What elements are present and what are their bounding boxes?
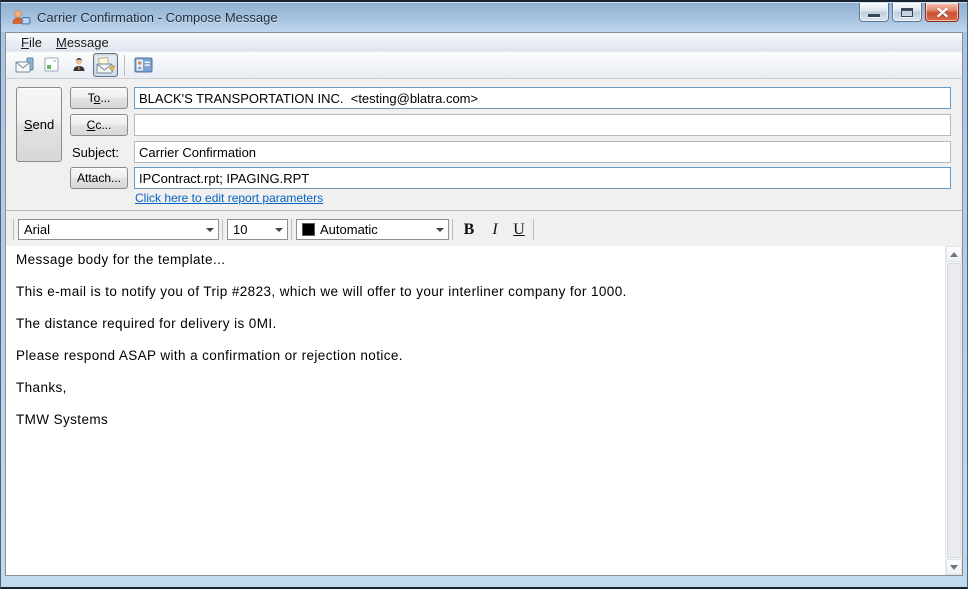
scroll-down-button[interactable] <box>946 559 962 575</box>
body-line: Thanks, <box>16 380 67 395</box>
cc-field[interactable] <box>134 114 951 136</box>
format-separator <box>452 219 453 240</box>
format-separator <box>291 219 292 240</box>
cc-button[interactable]: Cc... <box>70 114 128 136</box>
minimize-button[interactable] <box>859 3 889 22</box>
scroll-up-icon <box>950 251 958 257</box>
stationery-icon[interactable] <box>39 53 64 77</box>
underline-button[interactable]: U <box>507 218 531 241</box>
chevron-down-icon <box>270 220 287 239</box>
attach-button[interactable]: Attach... <box>70 167 128 189</box>
maximize-icon <box>901 7 913 17</box>
format-toolbar: Arial 10 Automatic B I U <box>6 210 962 246</box>
font-family-select[interactable]: Arial <box>18 219 219 240</box>
font-color-select[interactable]: Automatic <box>296 219 449 240</box>
body-line: TMW Systems <box>16 412 109 427</box>
menu-file[interactable]: File <box>14 34 49 51</box>
format-separator <box>13 219 14 240</box>
format-separator <box>533 219 534 240</box>
body-line: Please respond ASAP with a confirmation … <box>16 348 403 363</box>
mail-icon[interactable] <box>12 53 37 77</box>
contact-card-icon <box>12 9 31 24</box>
compose-header: Send To... Cc... Subject: Attach... Clic… <box>6 79 962 210</box>
address-book-icon[interactable] <box>131 53 156 77</box>
attach-field[interactable] <box>134 167 951 189</box>
bold-button[interactable]: B <box>457 218 481 241</box>
title-bar: Carrier Confirmation - Compose Message <box>1 2 967 32</box>
chevron-down-icon <box>201 220 218 239</box>
maximize-button[interactable] <box>892 3 922 22</box>
contact-icon[interactable] <box>66 53 91 77</box>
chevron-down-icon <box>431 220 448 239</box>
italic-button[interactable]: I <box>483 218 507 241</box>
color-swatch <box>302 223 315 236</box>
menu-message[interactable]: Message <box>49 34 116 51</box>
toolbar-separator <box>124 54 125 76</box>
message-body-area: Message body for the template... This e-… <box>6 246 962 575</box>
subject-field[interactable] <box>134 141 951 163</box>
message-body-editor[interactable]: Message body for the template... This e-… <box>6 246 945 575</box>
close-button[interactable] <box>925 3 959 22</box>
format-separator <box>222 219 223 240</box>
compose-window: Carrier Confirmation - Compose Message F… <box>0 0 968 589</box>
body-line: Message body for the template... <box>16 252 226 267</box>
vertical-scrollbar[interactable] <box>945 246 962 575</box>
font-size-select[interactable]: 10 <box>227 219 288 240</box>
to-field[interactable] <box>134 87 951 109</box>
compose-message-icon[interactable] <box>93 53 118 77</box>
scrollbar-thumb[interactable] <box>947 263 961 558</box>
send-button[interactable]: Send <box>16 87 62 162</box>
menu-bar: File Message <box>6 33 962 51</box>
to-button[interactable]: To... <box>70 87 128 109</box>
close-icon <box>936 7 948 17</box>
icon-toolbar <box>6 51 962 79</box>
edit-report-parameters-link[interactable]: Click here to edit report parameters <box>135 191 323 205</box>
body-line: This e-mail is to notify you of Trip #28… <box>16 284 627 299</box>
scroll-down-icon <box>950 564 958 570</box>
subject-label: Subject: <box>72 145 119 160</box>
body-line: The distance required for delivery is 0M… <box>16 316 277 331</box>
client-area: File Message Send To... BLACK'S TRANSPOR… <box>5 32 963 576</box>
minimize-icon <box>868 13 880 17</box>
scroll-up-button[interactable] <box>946 246 962 262</box>
window-title: Carrier Confirmation - Compose Message <box>37 9 278 25</box>
window-controls <box>859 3 959 22</box>
